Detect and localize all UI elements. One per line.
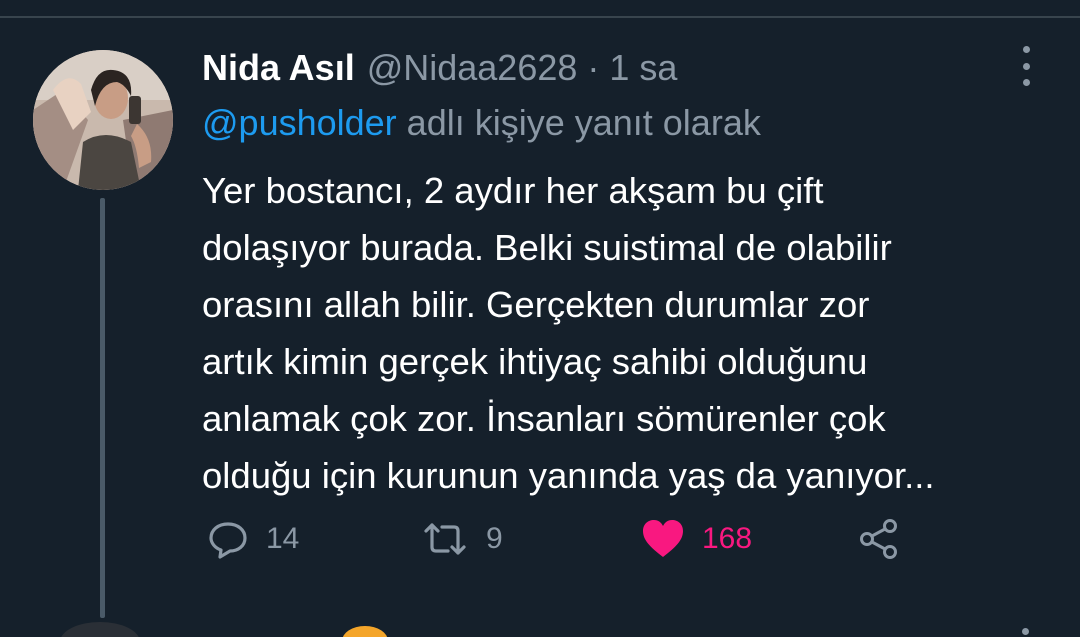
next-more-icon[interactable] bbox=[1022, 628, 1029, 635]
reply-mention-link[interactable]: @pusholder bbox=[202, 102, 397, 143]
author-name[interactable]: Nida Asıl bbox=[202, 47, 355, 89]
reply-context: @pusholder adlı kişiye yanıt olarak bbox=[202, 102, 761, 150]
share-icon bbox=[860, 519, 897, 559]
tweet-time[interactable]: 1 sa bbox=[609, 47, 677, 89]
retweet-button[interactable]: 9 bbox=[422, 514, 503, 564]
retweet-count: 9 bbox=[486, 522, 503, 555]
tweet-text: Yer bostancı, 2 aydır her akşam bu çift … bbox=[202, 170, 935, 496]
next-tweet-avatar[interactable] bbox=[60, 622, 140, 637]
heart-icon bbox=[643, 520, 683, 557]
author-handle[interactable]: @Nidaa2628 bbox=[367, 47, 578, 89]
thread-connector-line bbox=[100, 198, 105, 618]
top-divider bbox=[0, 16, 1080, 18]
avatar-photo bbox=[33, 50, 173, 190]
separator-dot: · bbox=[587, 47, 600, 88]
author-avatar[interactable] bbox=[33, 50, 173, 190]
reply-context-text: adlı kişiye yanıt olarak bbox=[396, 102, 761, 143]
share-button[interactable] bbox=[858, 514, 900, 564]
tweet-actions: 14 9 168 bbox=[202, 514, 922, 564]
tweet-header: Nida Asıl @Nidaa2628 · 1 sa bbox=[202, 44, 677, 92]
reply-icon bbox=[209, 522, 247, 559]
reply-button[interactable]: 14 bbox=[208, 514, 299, 564]
retweet-icon bbox=[424, 523, 466, 555]
heart-emoji-icon bbox=[342, 626, 388, 637]
like-count: 168 bbox=[702, 522, 753, 555]
reply-count: 14 bbox=[266, 522, 300, 555]
like-button[interactable]: 168 bbox=[642, 514, 752, 564]
more-vertical-icon[interactable] bbox=[1012, 46, 1040, 86]
